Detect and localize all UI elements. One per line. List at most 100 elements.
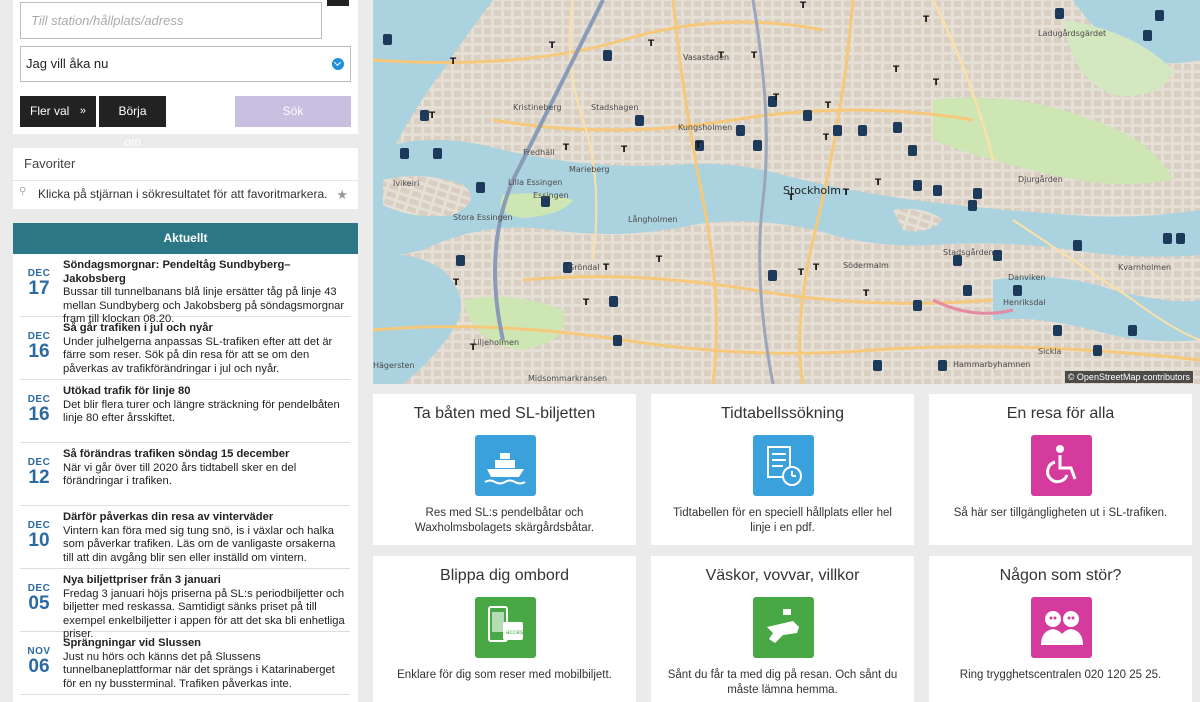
news-item[interactable]: DEC 05 Nya biljettpriser från 3 januari Fre…: [20, 569, 350, 640]
news-item[interactable]: DEC 16 Så går trafiken i jul och nyår Under…: [20, 317, 350, 380]
news-day: 17: [28, 278, 50, 299]
news-title[interactable]: Söndagsmorgnar: Pendeltåg Sundbyberg–Jak…: [63, 259, 346, 286]
news-date: NOV 06: [20, 647, 58, 677]
departure-time-select[interactable]: Jag vill åka nu: [20, 46, 351, 82]
svg-text:Kungsholmen: Kungsholmen: [678, 123, 732, 132]
timetable-clock-icon[interactable]: [753, 435, 814, 496]
double-chevron-down-icon: »: [79, 105, 86, 117]
card-title[interactable]: Väskor, vovvar, villkor: [651, 567, 914, 585]
card-title[interactable]: Blippa dig ombord: [373, 567, 636, 585]
favorites-title: Favoriter: [24, 156, 76, 171]
card-description: Så här ser tillgängligheten ut i SL-traf…: [953, 507, 1168, 519]
svg-text:Essingen: Essingen: [533, 191, 569, 200]
svg-text:Djurgården: Djurgården: [1018, 174, 1063, 184]
promo-card[interactable]: Väskor, vovvar, villkor Sånt du får ta me…: [651, 556, 914, 702]
svg-text:T: T: [563, 143, 570, 153]
card-title[interactable]: Någon som stör?: [929, 567, 1192, 585]
news-title[interactable]: Så går trafiken i jul och nyår: [63, 322, 346, 336]
news-item[interactable]: DEC 17 Söndagsmorgnar: Pendeltåg Sundbyber…: [20, 254, 350, 325]
svg-text:T: T: [621, 145, 628, 155]
svg-text:T: T: [933, 78, 940, 88]
to-station-input[interactable]: [20, 2, 322, 39]
news-list: DEC 17 Söndagsmorgnar: Pendeltåg Sundbyber…: [13, 254, 358, 695]
news-item[interactable]: NOV 06 Sprängningar vid Slussen Just nu hör…: [20, 632, 350, 695]
news-day: 10: [28, 530, 50, 551]
card-title[interactable]: Ta båten med SL-biljetten: [373, 405, 636, 423]
pin-icon: ⚲: [19, 186, 27, 197]
news-title[interactable]: Nya biljettpriser från 3 januari: [63, 574, 346, 588]
star-icon[interactable]: ★: [336, 187, 348, 203]
news-item[interactable]: DEC 10 Därför påverkas din resa av vinterv…: [20, 506, 350, 569]
svg-text:Fredhäll: Fredhäll: [523, 148, 555, 157]
news-item[interactable]: DEC 16 Utökad trafik för linje 80 Det blir …: [20, 380, 350, 443]
svg-text:Stadshagen: Stadshagen: [591, 103, 638, 112]
promo-card[interactable]: Ta båten med SL-biljetten Res med SL:s pe…: [373, 394, 636, 545]
promo-card[interactable]: Någon som stör? Ring trygghetscentralen 0…: [929, 556, 1192, 702]
svg-text:Liljeholmen: Liljeholmen: [473, 338, 519, 347]
promo-card[interactable]: Blippa dig ombord access Enklare för dig s…: [373, 556, 636, 702]
news-title[interactable]: Därför påverkas din resa av vinterväder: [63, 511, 346, 525]
restart-button[interactable]: Börja om: [99, 96, 166, 149]
svg-text:Södermalm: Södermalm: [843, 261, 889, 270]
svg-text:T: T: [843, 188, 850, 198]
svg-text:T: T: [863, 289, 870, 299]
card-title[interactable]: En resa för alla: [929, 405, 1192, 423]
svg-text:T: T: [583, 298, 590, 308]
svg-text:Kristineberg: Kristineberg: [513, 103, 562, 112]
svg-text:T: T: [656, 255, 663, 265]
news-item[interactable]: DEC 12 Så förändras trafiken söndag 15 dec…: [20, 443, 350, 506]
svg-text:Gröndal: Gröndal: [568, 263, 599, 272]
svg-text:Stadsgården: Stadsgården: [943, 247, 994, 257]
luggage-dog-icon[interactable]: [753, 597, 814, 658]
news-body: Så går trafiken i jul och nyår Under julh…: [63, 322, 346, 376]
news-title[interactable]: Utökad trafik för linje 80: [63, 385, 346, 399]
people-icon[interactable]: [1031, 597, 1092, 658]
map-attribution[interactable]: © OpenStreetMap contributors: [1064, 371, 1193, 383]
mobile-ticket-icon[interactable]: access: [475, 597, 536, 658]
news-body: Så förändras trafiken söndag 15 december…: [63, 448, 346, 489]
svg-text:T: T: [875, 178, 882, 188]
news-text: Vintern kan föra med sig tung snö, is i …: [63, 524, 336, 564]
svg-text:Sickla: Sickla: [1038, 347, 1062, 356]
news-text: När vi går över till 2020 års tidtabell …: [63, 461, 297, 488]
svg-text:T: T: [450, 57, 457, 67]
news-text: Just nu hörs och känns det på Slussens t…: [63, 650, 335, 690]
svg-text:Långholmen: Långholmen: [628, 214, 677, 224]
svg-text:T: T: [549, 41, 556, 51]
news-body: Utökad trafik för linje 80 Det blir flera…: [63, 385, 346, 426]
more-options-label: Fler val: [30, 104, 70, 118]
news-day: 16: [28, 404, 50, 425]
svg-text:T: T: [825, 101, 832, 111]
promo-card[interactable]: En resa för alla Så här ser tillgänglighe…: [929, 394, 1192, 545]
more-options-button[interactable]: Fler val »: [20, 96, 96, 127]
news-day: 05: [28, 593, 50, 614]
svg-text:T: T: [798, 268, 805, 278]
svg-text:T: T: [695, 141, 702, 151]
card-description: Tidtabellen för en speciell hållplats el…: [673, 507, 892, 534]
card-description: Res med SL:s pendelbåtar och Waxholmsbol…: [414, 507, 595, 534]
svg-text:T: T: [893, 65, 900, 75]
svg-text:T: T: [453, 278, 460, 288]
wheelchair-icon[interactable]: [1031, 435, 1092, 496]
favorites-hint: Klicka på stjärnan i sökresultatet för a…: [38, 187, 328, 201]
swap-button[interactable]: [327, 0, 349, 6]
svg-text:T: T: [800, 1, 807, 11]
news-date: DEC 16: [20, 332, 58, 362]
map-canvas[interactable]: TTT TT T TTT TTT TT T TTT TTT TTT TT T Vasa…: [373, 0, 1200, 384]
svg-text:Hägersten: Hägersten: [373, 361, 415, 370]
news-panel: Aktuellt DEC 17 Söndagsmorgnar: Pendeltåg …: [13, 223, 358, 702]
news-title[interactable]: Så förändras trafiken söndag 15 december: [63, 448, 346, 462]
chevron-down-icon: [332, 58, 344, 70]
map[interactable]: TTT TTT TTT TTT TTT TTT TTT TTT TTT Vasa…: [373, 0, 1200, 384]
card-title[interactable]: Tidtabellssökning: [651, 405, 914, 423]
svg-text:Kvarnholmen: Kvarnholmen: [1118, 263, 1171, 272]
news-title[interactable]: Sprängningar vid Slussen: [63, 637, 346, 651]
promo-card[interactable]: Tidtabellssökning Tidtabellen för en spec…: [651, 394, 914, 545]
ferry-icon[interactable]: [475, 435, 536, 496]
search-button[interactable]: Sök: [235, 96, 351, 127]
svg-text:T: T: [923, 15, 930, 25]
svg-text:Stora Essingen: Stora Essingen: [453, 213, 513, 222]
search-panel: Jag vill åka nu Fler val » Börja om Sök: [13, 0, 358, 149]
news-day: 12: [28, 467, 50, 488]
departure-time-value: Jag vill åka nu: [26, 56, 109, 71]
